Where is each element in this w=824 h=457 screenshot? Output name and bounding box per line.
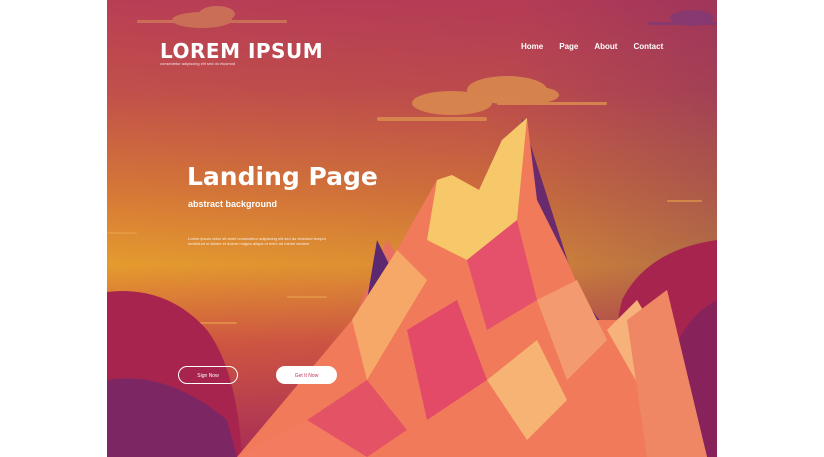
get-it-now-button[interactable]: Get It Now <box>276 366 337 384</box>
cloud-top-right <box>647 10 717 26</box>
page-canvas: LOREM IPSUM consectetur adipiscing elit … <box>0 0 824 457</box>
hero-subtitle: abstract background <box>188 199 278 209</box>
sign-now-button[interactable]: Sign Now <box>178 366 238 384</box>
landing-page-illustration: LOREM IPSUM consectetur adipiscing elit … <box>107 0 717 457</box>
top-navigation: Home Page About Contact <box>521 42 663 51</box>
cloud-top-left <box>137 6 287 28</box>
hero-body-text: Lorem ipsum dolor sit amet consectetur a… <box>188 236 327 246</box>
mountain-scene <box>107 6 717 457</box>
logo-text[interactable]: LOREM IPSUM <box>160 39 323 63</box>
logo-tagline: consectetur adipiscing elit sed do eiusm… <box>160 61 236 66</box>
nav-link-about[interactable]: About <box>594 42 617 51</box>
nav-link-page[interactable]: Page <box>559 42 578 51</box>
cloud-center <box>377 76 607 121</box>
nav-link-home[interactable]: Home <box>521 42 543 51</box>
nav-link-contact[interactable]: Contact <box>633 42 663 51</box>
hero-title: Landing Page <box>187 162 378 191</box>
